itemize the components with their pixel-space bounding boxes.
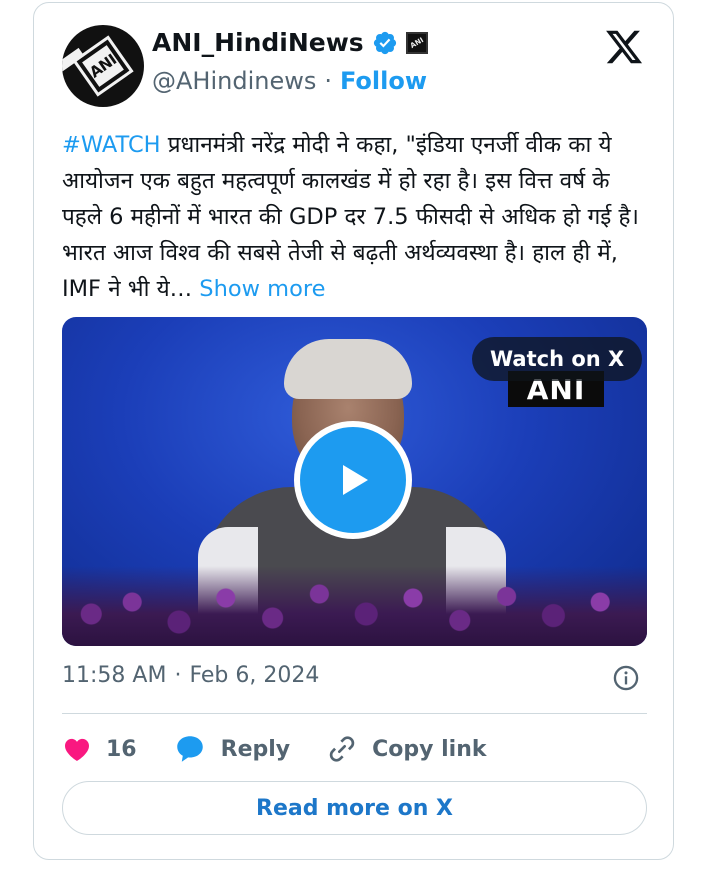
timestamp[interactable]: 11:58 AM · Feb 6, 2024 xyxy=(62,663,319,688)
tweet-text: #WATCH प्रधानमंत्री नरेंद्र मोदी ने कहा,… xyxy=(62,127,652,307)
read-more-button[interactable]: Read more on X xyxy=(62,781,647,835)
watch-on-x-button[interactable]: Watch on X xyxy=(472,337,643,381)
copy-link-button[interactable]: Copy link xyxy=(326,733,487,765)
handle-separator: · xyxy=(324,67,332,95)
show-more-link[interactable]: Show more xyxy=(199,276,325,302)
like-count: 16 xyxy=(106,736,137,762)
author-handle[interactable]: @AHindinews xyxy=(152,67,316,95)
play-button[interactable] xyxy=(294,421,412,539)
verified-badge-icon xyxy=(373,31,396,54)
follow-button[interactable]: Follow xyxy=(340,67,427,95)
copy-link-label: Copy link xyxy=(372,736,487,762)
timestamp-separator: · xyxy=(174,663,182,688)
x-logo-icon[interactable] xyxy=(604,27,644,67)
like-button[interactable]: 16 xyxy=(62,734,137,764)
author-name[interactable]: ANI_HindiNews xyxy=(152,28,364,57)
reply-button[interactable]: Reply xyxy=(173,732,291,766)
avatar[interactable]: ANI xyxy=(62,25,144,107)
reply-icon xyxy=(176,736,203,762)
affiliate-badge-icon: ANI xyxy=(405,31,428,54)
heart-icon xyxy=(65,738,89,761)
divider xyxy=(62,713,647,714)
info-icon[interactable] xyxy=(612,664,640,692)
link-icon xyxy=(329,736,355,762)
avatar-logo-text: ANI xyxy=(86,50,120,82)
reply-label: Reply xyxy=(220,736,291,762)
speaker-hair xyxy=(284,339,412,399)
play-icon xyxy=(343,465,368,495)
video-thumbnail[interactable]: ANI Watch on X xyxy=(62,317,647,646)
tweet-card: ANI ANI_HindiNews ANI @AHindinews · Foll… xyxy=(33,2,674,860)
hashtag-link[interactable]: #WATCH xyxy=(62,132,161,158)
tweet-date: Feb 6, 2024 xyxy=(189,663,320,688)
flower-arrangement xyxy=(62,566,647,646)
avatar-logo: ANI xyxy=(72,35,134,97)
author-handle-row: @AHindinews · Follow xyxy=(152,67,427,95)
tweet-time: 11:58 AM xyxy=(62,663,167,688)
author-name-row: ANI_HindiNews ANI xyxy=(152,28,428,57)
action-bar: 16 Reply Copy link xyxy=(62,729,523,769)
